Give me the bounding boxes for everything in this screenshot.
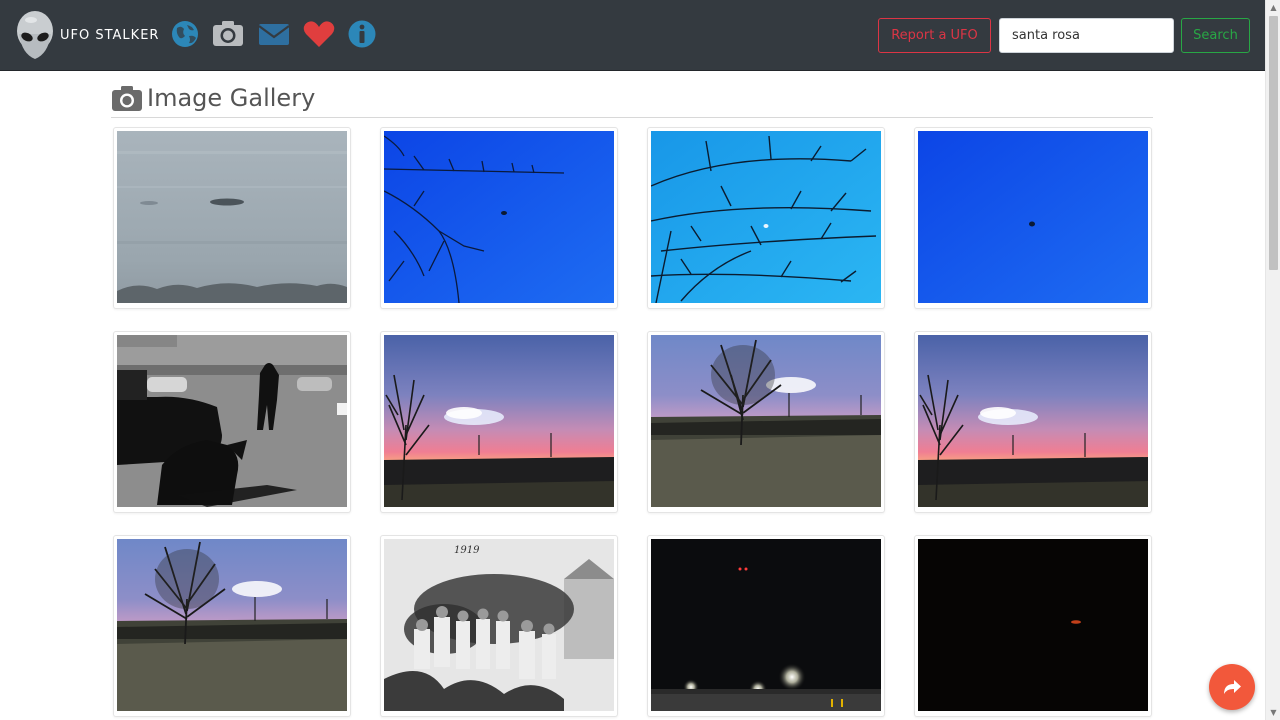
scrollbar-thumb[interactable] xyxy=(1269,16,1278,270)
gallery-image[interactable] xyxy=(914,535,1152,717)
gallery-image-thumbnail xyxy=(117,539,347,711)
gallery-image-thumbnail xyxy=(384,335,614,507)
gallery-image-thumbnail xyxy=(651,335,881,507)
gallery-image-thumbnail: 1919 xyxy=(384,539,614,711)
search-input[interactable] xyxy=(999,18,1174,53)
envelope-icon[interactable] xyxy=(256,16,292,52)
gallery-image-thumbnail xyxy=(918,539,1148,711)
gallery-image[interactable] xyxy=(647,535,885,717)
gallery-image-thumbnail xyxy=(918,131,1148,303)
camera-icon[interactable] xyxy=(210,16,246,52)
scroll-up-arrow-icon[interactable]: ▲ xyxy=(1266,0,1280,15)
page-scrollbar[interactable]: ▲ ▼ xyxy=(1265,0,1280,720)
report-ufo-button[interactable]: Report a UFO xyxy=(878,18,991,53)
gallery-image[interactable] xyxy=(113,331,351,513)
gallery-image-thumbnail xyxy=(384,131,614,303)
page-heading: Image Gallery xyxy=(147,83,316,112)
search-button[interactable]: Search xyxy=(1181,18,1250,53)
heart-icon[interactable] xyxy=(301,16,337,52)
gallery-image[interactable] xyxy=(113,535,351,717)
gallery-image[interactable] xyxy=(914,127,1152,309)
gallery-image-thumbnail xyxy=(651,539,881,711)
gallery-image-thumbnail xyxy=(918,335,1148,507)
brand-logo[interactable]: UFO STALKER xyxy=(14,10,159,60)
share-arrow-icon xyxy=(1224,680,1241,694)
navbar: UFO STALKER Report a UFO Search xyxy=(0,0,1265,71)
gallery-image[interactable] xyxy=(914,331,1152,513)
gallery-image[interactable]: 1919 xyxy=(380,535,618,717)
gallery-image[interactable] xyxy=(380,127,618,309)
gallery-image-thumbnail xyxy=(117,335,347,507)
gallery-image[interactable] xyxy=(380,331,618,513)
gallery-image[interactable] xyxy=(647,127,885,309)
brand-name: UFO STALKER xyxy=(60,27,160,43)
scroll-down-arrow-icon[interactable]: ▼ xyxy=(1266,705,1280,720)
camera-icon xyxy=(112,85,142,111)
info-icon[interactable] xyxy=(344,16,380,52)
gallery-image-thumbnail xyxy=(651,131,881,303)
alien-head-icon xyxy=(17,11,53,59)
gallery-image[interactable] xyxy=(113,127,351,309)
gallery-image[interactable] xyxy=(647,331,885,513)
page-title: Image Gallery xyxy=(111,78,1153,118)
gallery-image-thumbnail xyxy=(117,131,347,303)
share-button[interactable] xyxy=(1209,664,1255,710)
globe-icon[interactable] xyxy=(167,16,203,52)
svg-text:1919: 1919 xyxy=(454,545,480,556)
